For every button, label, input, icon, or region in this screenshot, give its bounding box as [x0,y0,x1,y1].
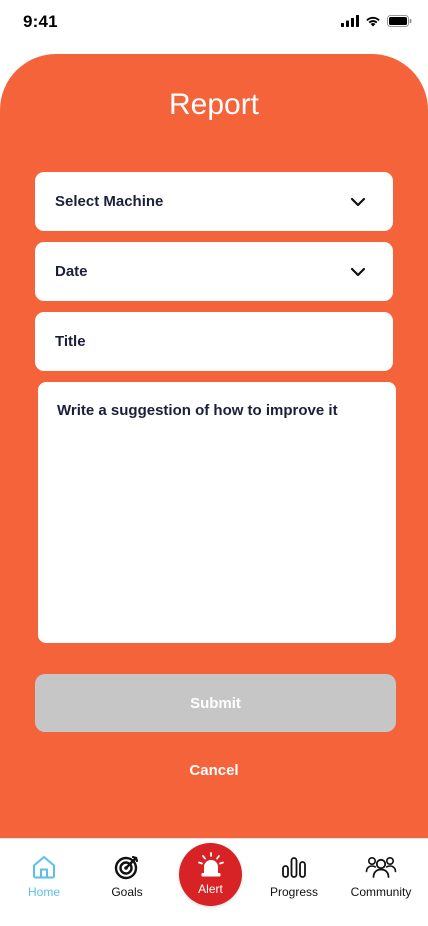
nav-progress-label: Progress [269,885,319,899]
chevron-down-icon [350,267,366,277]
nav-community-label: Community [350,885,412,899]
status-bar: 9:41 [0,0,428,48]
date-label: Date [55,263,88,280]
nav-home[interactable]: Home [14,839,74,909]
nav-alert-label: Alert [198,882,223,896]
siren-icon [197,852,224,877]
title-placeholder: Title [55,333,86,350]
nav-goals-label: Goals [111,885,143,899]
target-icon [114,855,139,880]
nav-goals[interactable]: Goals [97,839,157,909]
status-icons [341,14,412,28]
nav-home-label: Home [27,885,60,899]
nav-alert[interactable]: Alert [179,843,242,906]
select-machine-label: Select Machine [55,193,164,210]
wifi-icon [366,16,380,27]
suggestion-textarea[interactable]: Write a suggestion of how to improve it [38,382,396,643]
bar-chart-icon [282,857,306,878]
chevron-down-icon [350,197,366,207]
select-machine-dropdown[interactable]: Select Machine [35,172,393,231]
nav-community[interactable]: Community [344,839,418,909]
nav-progress[interactable]: Progress [260,839,328,909]
submit-button[interactable]: Submit [35,674,396,732]
home-icon [33,856,55,879]
page-title: Report [168,88,260,121]
suggestion-placeholder: Write a suggestion of how to improve it [57,402,338,419]
title-input[interactable]: Title [35,312,393,371]
date-dropdown[interactable]: Date [35,242,393,301]
people-icon [365,857,397,878]
cellular-signal-icon [341,15,359,27]
battery-icon [387,15,412,27]
status-time: 9:41 [23,12,58,31]
cancel-button[interactable]: Cancel [0,762,428,779]
